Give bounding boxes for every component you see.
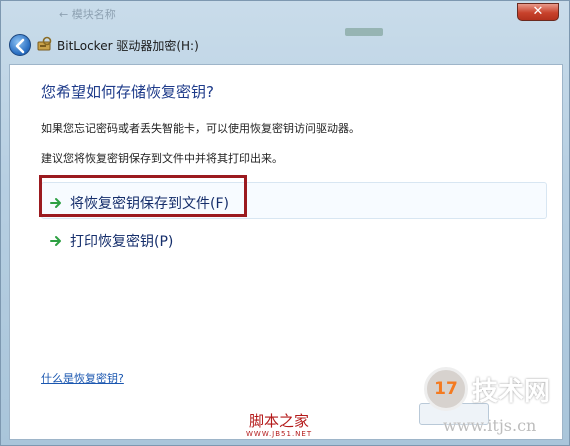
background-window-title: ← 模块名称 [59, 8, 116, 21]
itjs-logo-circle: 17 [424, 367, 468, 411]
window-title: BitLocker 驱动器加密(H:) [57, 39, 199, 53]
watermark-jb51-url: WWW.JB51.NET [246, 430, 313, 438]
bitlocker-wizard-window: ← 模块名称 ✕ BitLocker 驱动器加密(H:) 您希望如何存储恢复密钥… [0, 0, 570, 446]
green-arrow-icon [50, 236, 61, 246]
recommendation-text: 建议您将恢复密钥保存到文件中并将其打印出来。 [41, 152, 283, 165]
background-progress-bar [345, 28, 383, 36]
watermark-jb51: 脚本之家 [249, 412, 310, 430]
print-label: 打印恢复密钥(P) [70, 234, 174, 250]
highlight-annotation-box [39, 175, 247, 217]
logo-number: 17 [434, 379, 458, 399]
back-arrow-icon [15, 38, 25, 54]
page-title: 您希望如何存储恢复密钥? [41, 83, 214, 101]
bitlocker-drive-icon [37, 36, 52, 51]
itjs-logo-watermark: 17 技术网 [424, 367, 550, 411]
itjs-url-watermark: www.itjs.cn [443, 416, 537, 435]
print-option[interactable]: 打印恢复密钥(P) [50, 231, 173, 251]
logo-text: 技术网 [472, 376, 551, 407]
back-button[interactable] [9, 34, 31, 56]
close-button[interactable]: ✕ [517, 3, 559, 21]
what-is-recovery-key-link[interactable]: 什么是恢复密钥? [41, 370, 124, 386]
description-text: 如果您忘记密码或者丢失智能卡，可以使用恢复密钥访问驱动器。 [41, 122, 360, 135]
